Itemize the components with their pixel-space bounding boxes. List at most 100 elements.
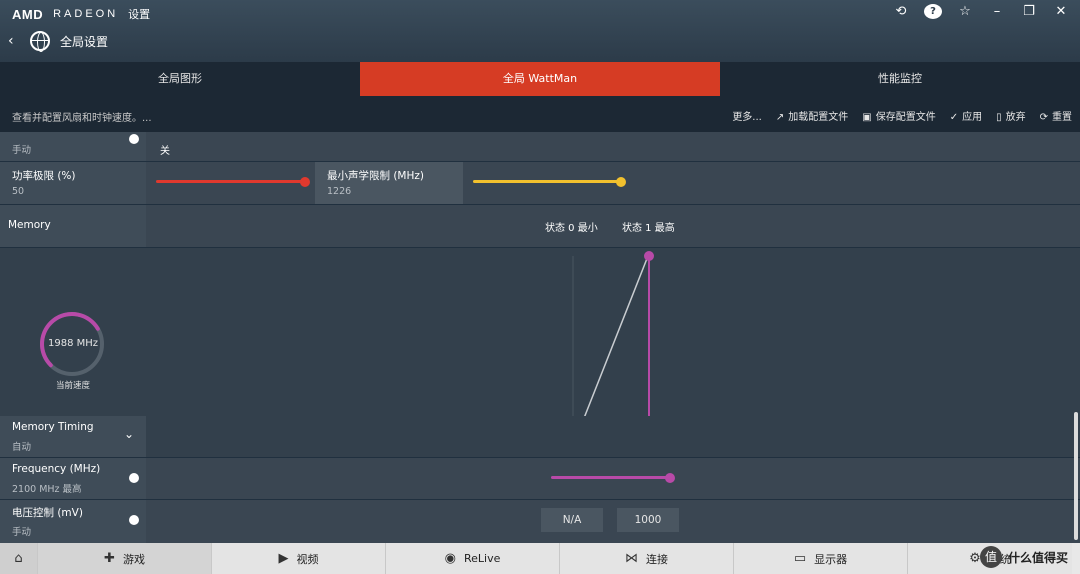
gauge-value: 1988 MHz — [47, 338, 99, 349]
memory-left: Memory — [0, 205, 146, 247]
monitor-icon: ▭ — [793, 551, 807, 566]
frequency-slider-track[interactable] — [551, 476, 669, 479]
timing-left[interactable]: Memory Timing 自动 ⌄ — [0, 416, 146, 457]
power-value: 50 — [12, 186, 25, 197]
watermark-badge: 值 — [979, 546, 1002, 568]
state0-label: 状态 0 最小 — [545, 223, 598, 234]
partial-toggle[interactable] — [129, 134, 139, 144]
radeon-logo: RADEON — [53, 8, 119, 20]
watermark: 值 什么值得买 — [979, 546, 1068, 568]
home-button[interactable]: ⌂ — [0, 543, 38, 574]
acoustic-slider-knob[interactable] — [616, 177, 626, 187]
chevron-down-icon[interactable]: ⌄ — [124, 427, 134, 441]
memory-gauge-panel: 1988 MHz 当前速度 — [0, 248, 146, 416]
toolbar-actions: 更多... ↗ 加载配置文件 ▣ 保存配置文件 ✓ 应用 ▯ 放弃 ⟳ 重置 — [732, 108, 1072, 123]
memory-state-graph — [146, 248, 1080, 416]
help-icon[interactable]: ? — [924, 4, 942, 19]
voltage-right: N/A 1000 — [146, 500, 1080, 543]
apply-label: 应用 — [962, 112, 983, 123]
tab-bar: 全局图形 全局 WattMan 性能监控 — [0, 62, 1080, 96]
acoustic-slider-track[interactable] — [473, 180, 621, 183]
power-right: 最小声学限制 (MHz) 1226 — [146, 162, 1080, 204]
timing-label: Memory Timing — [12, 421, 94, 433]
frequency-left: Frequency (MHz) 2100 MHz 最高 — [0, 458, 146, 499]
tab-global-graphics[interactable]: 全局图形 — [0, 62, 360, 96]
frequency-value: 2100 MHz 最高 — [12, 484, 82, 495]
more-button[interactable]: 更多... — [732, 108, 762, 123]
timing-value: 自动 — [12, 442, 32, 453]
globe-icon — [30, 31, 50, 52]
nav-games[interactable]: ✚ 游戏 — [38, 543, 212, 574]
star-icon[interactable]: ☆ — [956, 4, 974, 19]
window-controls: ⟲ ? ☆ – ❐ ✕ — [892, 4, 1070, 19]
reset-button[interactable]: ⟳ 重置 — [1040, 108, 1072, 123]
title-bar: AMD RADEON 设置 ⟲ ? ☆ – ❐ ✕ ‹ 全局设置 — [0, 0, 1080, 62]
back-icon[interactable]: ‹ — [8, 33, 20, 49]
header-nav: ‹ 全局设置 — [8, 31, 109, 52]
home-icon: ⌂ — [14, 551, 23, 566]
watermark-text: 什么值得买 — [1007, 550, 1068, 565]
state1-point[interactable] — [644, 251, 654, 261]
nav-relive[interactable]: ◉ ReLive — [386, 543, 560, 574]
apply-button[interactable]: ✓ 应用 — [950, 108, 982, 123]
nav-games-label: 游戏 — [122, 552, 145, 566]
state-curve — [584, 255, 649, 416]
acoustic-cell: 最小声学限制 (MHz) 1226 — [315, 162, 463, 204]
save-profile-button[interactable]: ▣ 保存配置文件 — [862, 108, 935, 123]
voltage-state1-box[interactable]: 1000 — [617, 508, 679, 532]
partial-row: 手动 关 — [0, 132, 1080, 161]
power-slider-knob[interactable] — [300, 177, 310, 187]
discard-button[interactable]: ▯ 放弃 — [996, 108, 1026, 123]
bottom-nav: ⌂ ✚游戏 ▶视频 ◉ReLive ⋈连接 ▭显示器 ⚙系统 — [0, 543, 1080, 574]
voltage-left: 电压控制 (mV) 手动 — [0, 500, 146, 543]
page-title: 全局设置 — [60, 34, 109, 49]
close-icon[interactable]: ✕ — [1052, 4, 1070, 19]
gamepad-icon: ✚ — [104, 551, 115, 566]
voltage-state0-box[interactable]: N/A — [541, 508, 603, 532]
restore-icon[interactable]: ❐ — [1020, 4, 1038, 19]
reset-label: 重置 — [1052, 112, 1072, 123]
save-icon: ▣ — [862, 112, 872, 123]
nav-display[interactable]: ▭ 显示器 — [734, 543, 908, 574]
nav-display-label: 显示器 — [814, 552, 848, 566]
memory-timing-row: Memory Timing 自动 ⌄ — [0, 416, 1080, 457]
minimize-icon[interactable]: – — [988, 4, 1006, 19]
partial-left: 手动 — [0, 132, 146, 161]
power-label: 功率极限 (%) — [12, 170, 76, 182]
memory-header-row: Memory 状态 0 最小 状态 1 最高 — [0, 205, 1080, 247]
nav-video-label: 视频 — [296, 552, 319, 566]
tab-performance-monitor[interactable]: 性能监控 — [720, 62, 1080, 96]
nav-connect-label: 连接 — [646, 552, 668, 566]
nav-connect[interactable]: ⋈ 连接 — [560, 543, 734, 574]
play-icon: ▶ — [278, 551, 289, 566]
relive-icon: ◉ — [444, 551, 456, 566]
nav-relive-label: ReLive — [463, 552, 501, 565]
acoustic-label: 最小声学限制 (MHz) — [327, 170, 424, 182]
tab-global-wattman[interactable]: 全局 WattMan — [360, 62, 720, 96]
frequency-row: Frequency (MHz) 2100 MHz 最高 — [0, 458, 1080, 499]
load-profile-button[interactable]: ↗ 加载配置文件 — [776, 108, 848, 123]
scrollbar[interactable] — [1074, 412, 1078, 540]
share-nodes-icon: ⋈ — [625, 551, 638, 566]
brand: AMD RADEON 设置 — [12, 6, 150, 22]
memory-label: Memory — [8, 219, 51, 231]
frequency-right — [146, 458, 1080, 499]
voltage-label: 电压控制 (mV) — [12, 507, 83, 519]
memory-right: 状态 0 最小 状态 1 最高 — [146, 205, 1080, 247]
voltage-row: 电压控制 (mV) 手动 N/A 1000 — [0, 500, 1080, 543]
frequency-slider-knob[interactable] — [665, 473, 675, 483]
state-graph-svg — [572, 251, 654, 416]
amd-logo: AMD — [12, 6, 44, 22]
frequency-toggle[interactable] — [129, 473, 139, 483]
partial-right-value: 关 — [160, 146, 170, 157]
voltage-toggle[interactable] — [129, 515, 139, 525]
gauge-caption: 当前速度 — [55, 381, 90, 391]
page-description: 查看并配置风扇和时钟速度。... — [12, 113, 152, 124]
performance-icon[interactable]: ⟲ — [892, 4, 910, 19]
nav-video[interactable]: ▶ 视频 — [212, 543, 386, 574]
power-row: 功率极限 (%) 50 最小声学限制 (MHz) 1226 — [0, 162, 1080, 204]
power-slider-track[interactable] — [156, 180, 304, 183]
load-profile-label: 加载配置文件 — [788, 112, 849, 123]
reset-icon: ⟳ — [1039, 112, 1048, 123]
check-icon: ✓ — [949, 112, 959, 123]
